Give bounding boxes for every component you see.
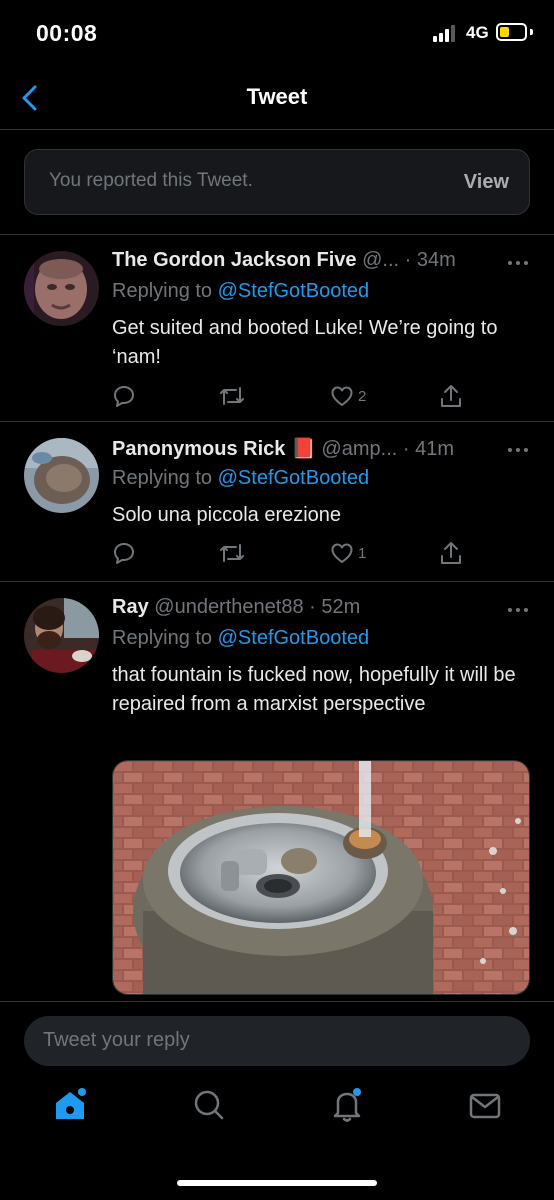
- retweet-icon[interactable]: [219, 538, 245, 568]
- tab-bar: [0, 1085, 554, 1145]
- replying-to: Replying to @StefGotBooted: [112, 627, 369, 650]
- home-indicator: [177, 1180, 377, 1186]
- nav-header: Tweet: [0, 66, 554, 130]
- mention-link[interactable]: @StefGotBooted: [218, 467, 370, 489]
- tweet-actions: 2: [112, 381, 532, 411]
- network-type: 4G: [466, 23, 489, 42]
- tweet-text: Get suited and booted Luke! We’re going …: [112, 317, 498, 368]
- more-icon[interactable]: [506, 256, 530, 270]
- display-name[interactable]: Ray: [112, 596, 149, 618]
- replying-to-label: Replying to: [112, 280, 213, 302]
- avatar[interactable]: [24, 438, 99, 513]
- tweet-header: Panonymous Rick 📕 @amp... · 41m: [112, 436, 530, 464]
- more-icon[interactable]: [506, 603, 530, 617]
- handle[interactable]: @underthenet88: [154, 596, 303, 618]
- status-time: 00:08: [36, 20, 98, 46]
- handle[interactable]: @amp...: [321, 438, 397, 460]
- battery-icon: [496, 23, 527, 41]
- tweet-actions: 1: [112, 538, 532, 568]
- tweet-text: Solo una piccola erezione: [112, 504, 342, 526]
- timestamp: · 34m: [404, 249, 456, 271]
- tweet[interactable]: Panonymous Rick 📕 @amp... · 41m Replying…: [0, 421, 554, 581]
- report-notice: You reported this Tweet. View: [24, 149, 530, 215]
- share-icon[interactable]: [439, 538, 463, 568]
- like-icon[interactable]: 1: [330, 538, 366, 568]
- reply-icon[interactable]: [112, 538, 136, 568]
- avatar[interactable]: [24, 598, 99, 673]
- notifications-icon[interactable]: [327, 1085, 367, 1125]
- tweet-header: Ray @underthenet88 · 52m: [112, 596, 530, 624]
- page-title: Tweet: [246, 84, 308, 109]
- divider: [0, 1001, 554, 1002]
- more-icon[interactable]: [506, 443, 530, 457]
- reply-icon[interactable]: [112, 381, 136, 411]
- replying-to: Replying to @StefGotBooted: [112, 467, 369, 490]
- signal-icon: [433, 25, 459, 42]
- mention-link[interactable]: @StefGotBooted: [218, 280, 370, 302]
- tweet-media-image[interactable]: [112, 760, 530, 995]
- avatar[interactable]: [24, 251, 99, 326]
- replying-to: Replying to @StefGotBooted: [112, 280, 369, 303]
- timestamp: · 52m: [309, 596, 361, 618]
- messages-icon[interactable]: [465, 1085, 505, 1125]
- tweet[interactable]: The Gordon Jackson Five @... · 34m Reply…: [0, 234, 554, 421]
- display-name[interactable]: Panonymous Rick: [112, 438, 285, 460]
- tweet-header: The Gordon Jackson Five @... · 34m: [112, 249, 530, 277]
- like-count: 1: [358, 544, 367, 562]
- status-bar: 00:08 4G: [0, 0, 554, 66]
- replying-to-label: Replying to: [112, 627, 213, 649]
- handle[interactable]: @...: [362, 249, 399, 271]
- report-notice-text: You reported this Tweet.: [49, 170, 253, 191]
- search-icon[interactable]: [189, 1085, 229, 1125]
- home-icon[interactable]: [50, 1085, 90, 1125]
- view-button[interactable]: View: [464, 171, 509, 194]
- replying-to-label: Replying to: [112, 467, 213, 489]
- reply-placeholder: Tweet your reply: [43, 1029, 190, 1051]
- battery-tip: [530, 29, 533, 35]
- tweet-text: that fountain is fucked now, hopefully i…: [112, 664, 516, 715]
- share-icon[interactable]: [439, 381, 463, 411]
- reply-input[interactable]: Tweet your reply: [24, 1016, 530, 1066]
- like-icon[interactable]: 2: [330, 381, 366, 411]
- name-emoji: 📕: [290, 438, 316, 460]
- like-count: 2: [358, 387, 367, 405]
- mention-link[interactable]: @StefGotBooted: [218, 627, 370, 649]
- display-name[interactable]: The Gordon Jackson Five: [112, 249, 357, 271]
- timestamp: · 41m: [402, 438, 454, 460]
- retweet-icon[interactable]: [219, 381, 245, 411]
